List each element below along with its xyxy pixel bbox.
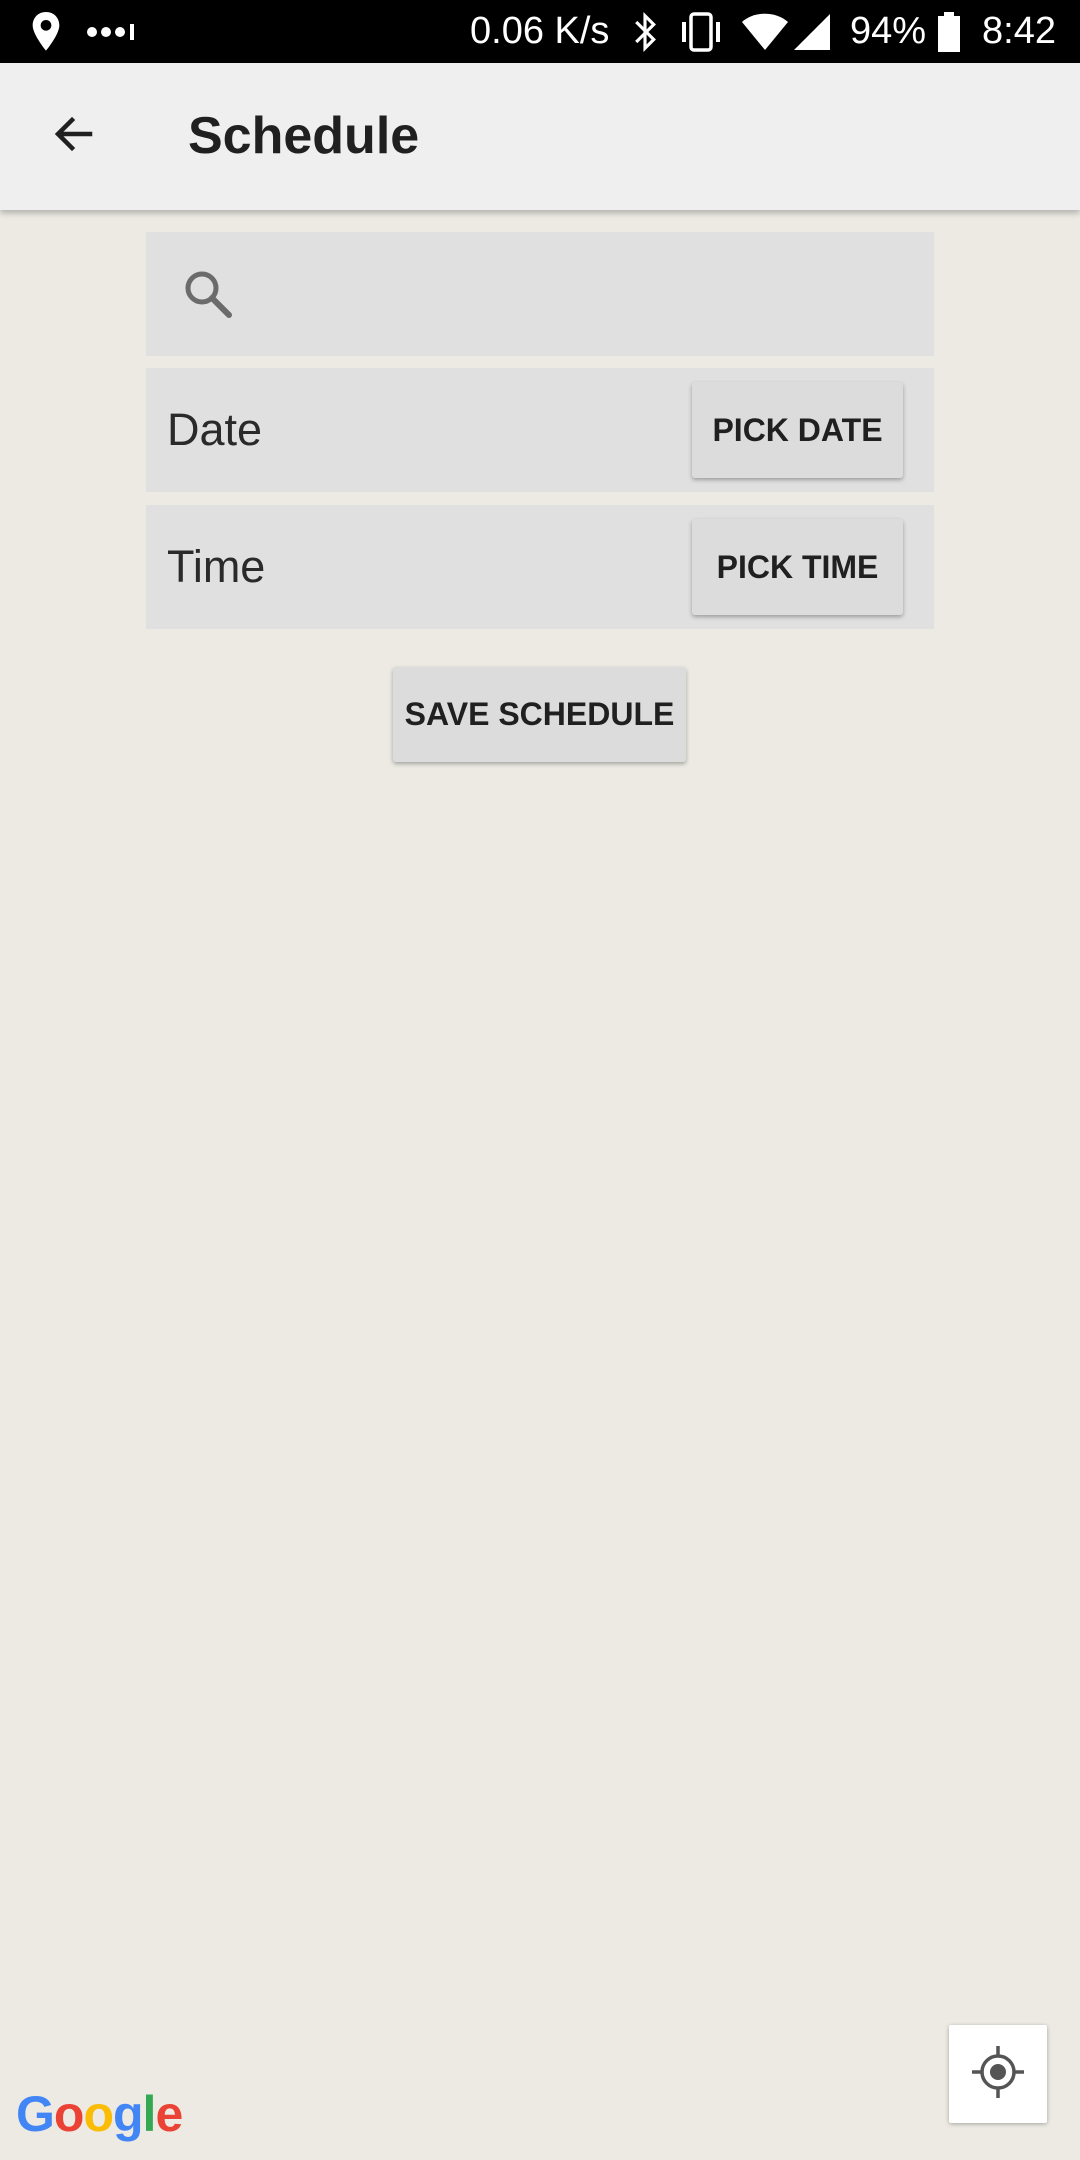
- bluetooth-icon: [630, 0, 660, 63]
- network-speed: 0.06 K/s: [470, 10, 610, 52]
- search-input[interactable]: [256, 252, 910, 338]
- my-location-icon: [970, 2044, 1026, 2105]
- signal-icon: [792, 0, 832, 63]
- app-bar: Schedule: [0, 63, 1080, 210]
- page-title: Schedule: [188, 107, 420, 165]
- pick-date-button[interactable]: PICK DATE: [692, 382, 903, 478]
- my-location-button[interactable]: [949, 2025, 1047, 2123]
- back-button[interactable]: [36, 99, 111, 174]
- time-row: Time PICK TIME: [146, 505, 934, 629]
- save-schedule-button[interactable]: SAVE SCHEDULE: [393, 667, 686, 762]
- date-row: Date PICK DATE: [146, 368, 934, 492]
- wifi-icon: [740, 0, 790, 63]
- pick-time-button[interactable]: PICK TIME: [692, 519, 903, 615]
- back-arrow-icon: [50, 110, 98, 163]
- google-logo: Google: [16, 2086, 183, 2142]
- location-pin-icon: [30, 0, 62, 63]
- clock: 8:42: [982, 10, 1056, 52]
- time-label: Time: [167, 541, 266, 592]
- battery-percent: 94%: [850, 10, 927, 52]
- date-label: Date: [167, 404, 263, 455]
- search-icon: [182, 268, 234, 320]
- search-panel: [146, 232, 934, 356]
- vibrate-icon: [678, 0, 724, 63]
- more-dots-icon: [86, 0, 138, 63]
- status-bar: 0.06 K/s 94% 8:42: [0, 0, 1080, 63]
- battery-icon: [937, 0, 961, 63]
